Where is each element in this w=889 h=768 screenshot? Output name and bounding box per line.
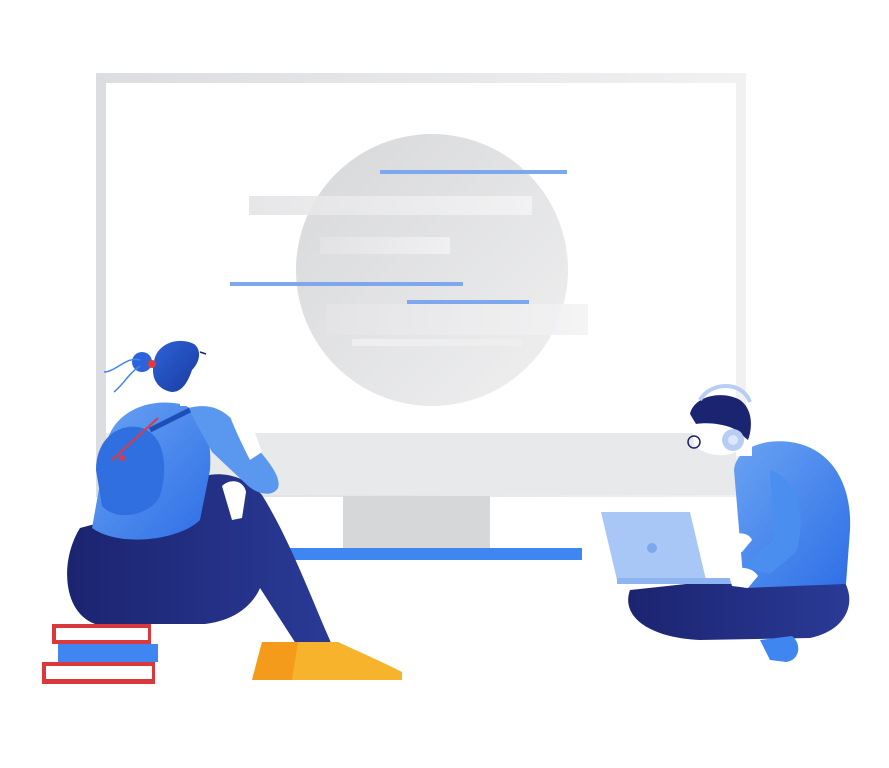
screen-text-line-blue — [380, 170, 567, 174]
backpack-zipper-pull — [119, 455, 125, 461]
book-pages — [56, 628, 148, 640]
monitor-stand — [343, 496, 490, 548]
man-foot — [760, 636, 799, 662]
screen-text-line-gray — [320, 237, 450, 254]
book — [58, 644, 158, 662]
screen-text-line-blue — [407, 300, 529, 304]
book-stack — [42, 624, 158, 684]
monitor-base — [290, 548, 582, 560]
book-pages — [46, 666, 152, 679]
laptop-logo-icon — [647, 543, 657, 553]
screen-text-line-blue — [230, 282, 463, 286]
illustration-canvas — [42, 73, 851, 684]
headphones-cup-inner — [728, 435, 738, 445]
woman-shoe-heel — [252, 642, 298, 680]
backpack — [96, 426, 165, 516]
screen-text-line-gray — [352, 339, 522, 346]
screen-circle — [296, 134, 568, 406]
screen-text-line-gray — [326, 304, 588, 335]
laptop-base — [617, 578, 737, 584]
woman-hair-tie — [148, 360, 156, 368]
screen-text-line-gray — [249, 196, 532, 215]
